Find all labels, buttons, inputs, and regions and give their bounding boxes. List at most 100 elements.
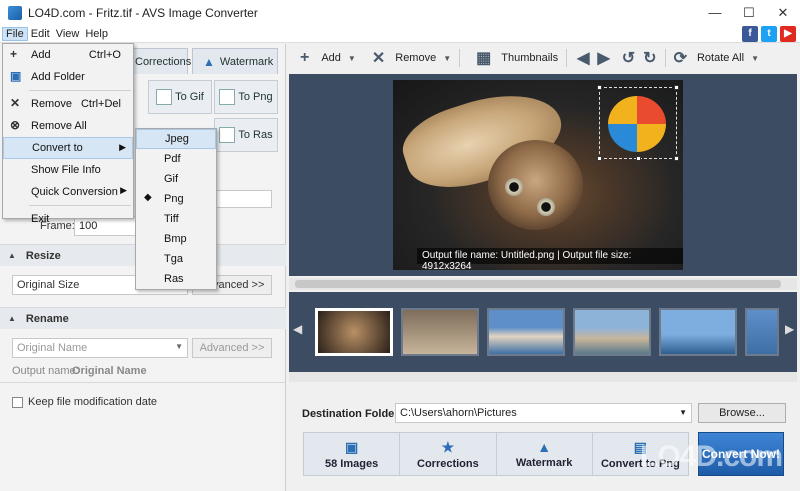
gif-icon — [156, 89, 173, 105]
resize-handle[interactable] — [636, 156, 641, 161]
preview-scrollbar[interactable] — [289, 278, 797, 290]
twitter-icon[interactable]: t — [761, 26, 777, 42]
png-icon — [219, 89, 236, 105]
prev-button[interactable]: ◀ — [567, 44, 593, 72]
scrollbar-thumb[interactable] — [295, 280, 781, 288]
menu-item-exit[interactable]: Exit — [3, 208, 133, 230]
step-watermark[interactable]: ▲ Watermark — [497, 433, 593, 475]
step-corrections[interactable]: ★ Corrections — [400, 433, 497, 475]
format-jpeg[interactable]: Jpeg — [136, 129, 216, 149]
youtube-icon[interactable]: ▶ — [780, 26, 796, 42]
step-images-label: 58 Images — [325, 457, 379, 470]
output-name-label: Output name: — [12, 365, 79, 377]
menu-item-add-folder[interactable]: ▣ Add Folder — [3, 66, 133, 88]
keep-date-label: Keep file modification date — [28, 396, 158, 408]
thumbnail[interactable] — [315, 308, 393, 356]
tab-watermark-label: Watermark — [219, 55, 274, 68]
toolbar: + Add ▼ ✕ Remove ▼ ▦ Thumbnails ◀ ▶ ↺ ↻ … — [286, 44, 800, 72]
filmstrip-next-icon[interactable]: ▶ — [785, 322, 794, 336]
ras-icon — [219, 127, 236, 143]
collapse-icon: ▲ — [8, 314, 16, 323]
rename-select[interactable]: Original Name ▼ — [12, 338, 188, 358]
facebook-icon[interactable]: f — [742, 26, 758, 42]
rename-header[interactable]: ▲ Rename — [0, 307, 286, 329]
filmstrip-prev-icon[interactable]: ◀ — [293, 322, 302, 336]
chevron-down-icon: ▼ — [443, 53, 452, 63]
rotate-left-icon: ↺ — [621, 50, 636, 67]
cat-face — [488, 140, 583, 230]
minimize-button[interactable]: — — [698, 0, 732, 25]
format-label: Gif — [164, 173, 179, 185]
convert-to-submenu: Jpeg Pdf Gif ◆ Png Tiff Bmp Tga Ras — [135, 128, 217, 290]
menu-item-remove[interactable]: ✕ Remove Ctrl+Del — [3, 93, 133, 115]
thumbnails-button[interactable]: ▦ Thumbnails — [460, 44, 566, 72]
menu-item-add[interactable]: + Add Ctrl+O — [3, 44, 133, 66]
thumbnail[interactable] — [659, 308, 737, 356]
format-ras[interactable]: Ras — [136, 269, 216, 289]
rotate-left-button[interactable]: ↺ — [618, 44, 639, 72]
menu-file[interactable]: File — [2, 26, 28, 41]
format-tiff[interactable]: Tiff — [136, 209, 216, 229]
rename-advanced-button[interactable]: Advanced >> — [192, 338, 272, 358]
output-caption: Output file name: Untitled.png | Output … — [417, 248, 683, 270]
steps-bar: ▣ 58 Images ★ Corrections ▲ Watermark ▤ Conv… — [303, 432, 689, 476]
menu-item-quick-conversion[interactable]: Quick Conversion ▶ — [3, 181, 133, 203]
add-button[interactable]: + Add ▼ — [286, 44, 364, 72]
step-watermark-label: Watermark — [515, 457, 573, 469]
close-button[interactable]: ✕ — [766, 0, 800, 25]
resize-handle[interactable] — [674, 156, 679, 161]
thumbnail[interactable] — [401, 308, 479, 356]
resize-select-value: Original Size — [17, 279, 80, 291]
filmstrip-scrollbar[interactable] — [289, 372, 797, 382]
watermark-selection[interactable] — [597, 85, 679, 161]
thumbnail[interactable] — [573, 308, 651, 356]
format-label: Bmp — [164, 233, 187, 245]
to-gif-button[interactable]: To Gif — [148, 80, 212, 114]
window-controls: — ☐ ✕ — [698, 0, 800, 25]
menu-bar: File Edit View Help — [0, 25, 800, 43]
thumbnail[interactable] — [487, 308, 565, 356]
format-gif[interactable]: Gif — [136, 169, 216, 189]
tab-corrections-label: Corrections — [135, 55, 192, 68]
destination-path-field[interactable]: C:\Users\ahorn\Pictures ▼ — [395, 403, 692, 423]
to-png-button[interactable]: To Png — [214, 80, 278, 114]
chevron-down-icon: ▼ — [175, 342, 183, 351]
menu-separator — [29, 205, 131, 206]
menu-view[interactable]: View — [53, 28, 83, 40]
browse-button[interactable]: Browse... — [698, 403, 786, 423]
remove-button[interactable]: ✕ Remove ▼ — [364, 44, 459, 72]
rotate-all-button[interactable]: ⟳ Rotate All ▼ — [666, 44, 767, 72]
tab-corrections[interactable]: Corrections — [132, 48, 192, 74]
resize-handle[interactable] — [597, 85, 602, 90]
menu-item-label: Add — [31, 49, 51, 61]
preview-area: Output file name: Untitled.png | Output … — [289, 74, 797, 276]
menu-item-label: Quick Conversion — [31, 186, 118, 198]
resize-handle[interactable] — [674, 85, 679, 90]
step-images[interactable]: ▣ 58 Images — [304, 433, 401, 475]
thumbnail[interactable] — [745, 308, 779, 356]
menu-help[interactable]: Help — [82, 28, 111, 40]
format-bmp[interactable]: Bmp — [136, 229, 216, 249]
menu-item-convert-to[interactable]: Convert to ▶ — [3, 137, 133, 159]
format-tga[interactable]: Tga — [136, 249, 216, 269]
format-pdf[interactable]: Pdf — [136, 149, 216, 169]
to-ras-button[interactable]: To Ras — [214, 118, 278, 152]
rotate-all-label: Rotate All — [696, 52, 745, 64]
menu-edit[interactable]: Edit — [28, 28, 53, 40]
menu-item-remove-all[interactable]: ⊗ Remove All — [3, 115, 133, 137]
tab-watermark[interactable]: ▲ Watermark — [192, 48, 278, 74]
format-png[interactable]: ◆ Png — [136, 189, 216, 209]
filename-field[interactable] — [216, 190, 272, 208]
keep-date-checkbox[interactable] — [12, 397, 23, 408]
maximize-button[interactable]: ☐ — [732, 0, 766, 25]
resize-handle[interactable] — [597, 156, 602, 161]
menu-item-show-file-info[interactable]: Show File Info — [3, 159, 133, 181]
menu-item-label: Remove All — [31, 120, 87, 132]
folder-icon: ▣ — [10, 69, 22, 83]
social-links: f t ▶ — [742, 26, 796, 42]
cat-eye — [537, 198, 555, 216]
rotate-right-button[interactable]: ↻ — [639, 44, 664, 72]
next-button[interactable]: ▶ — [593, 44, 617, 72]
cat-eye — [505, 178, 523, 196]
format-label: Tiff — [164, 213, 179, 225]
